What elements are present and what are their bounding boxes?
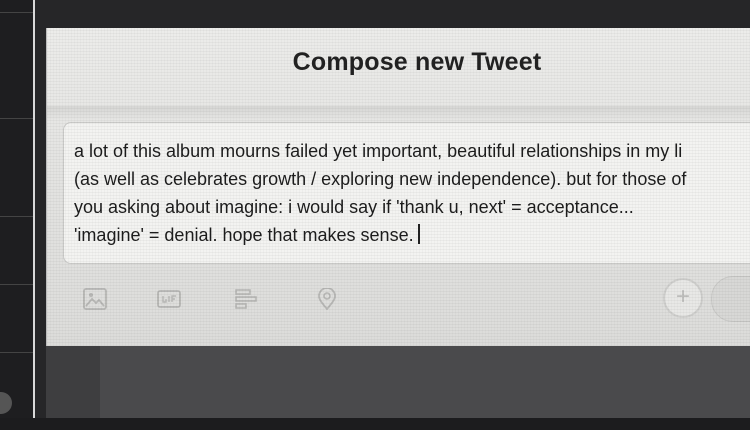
image-icon[interactable] [83, 288, 107, 310]
rail-divider [0, 216, 34, 217]
rail-divider [0, 118, 34, 119]
title-divider [47, 106, 750, 120]
left-rail [0, 0, 34, 430]
rail-knob [0, 392, 12, 414]
rail-line [33, 0, 35, 420]
tweet-text: a lot of this album mourns failed yet im… [74, 137, 750, 249]
tweet-button[interactable] [711, 276, 750, 322]
compose-toolbar: + [47, 274, 750, 322]
tweet-line: 'imagine' = denial. hope that makes sens… [74, 221, 750, 249]
rail-divider [0, 12, 34, 13]
tweet-line: (as well as celebrates growth / explorin… [74, 169, 687, 189]
tweet-line-text: 'imagine' = denial. hope that makes sens… [74, 225, 414, 245]
photo-frame: Compose new Tweet a lot of this album mo… [0, 0, 750, 430]
tweet-line: you asking about imagine: i would say if… [74, 197, 634, 217]
bottom-edge [0, 418, 750, 430]
background-panel [46, 346, 750, 420]
rail-divider [0, 352, 34, 353]
text-caret [417, 224, 420, 244]
gif-icon[interactable] [157, 288, 181, 310]
tweet-text-area[interactable]: a lot of this album mourns failed yet im… [63, 122, 750, 264]
poll-icon[interactable] [235, 288, 259, 310]
tweet-line: a lot of this album mourns failed yet im… [74, 141, 683, 161]
modal-title: Compose new Tweet [292, 48, 542, 76]
compose-tweet-modal: Compose new Tweet a lot of this album mo… [46, 28, 750, 346]
location-icon[interactable] [315, 287, 339, 311]
rail-divider [0, 284, 34, 285]
add-tweet-button[interactable]: + [663, 278, 703, 318]
background-panel-inner [100, 346, 750, 420]
